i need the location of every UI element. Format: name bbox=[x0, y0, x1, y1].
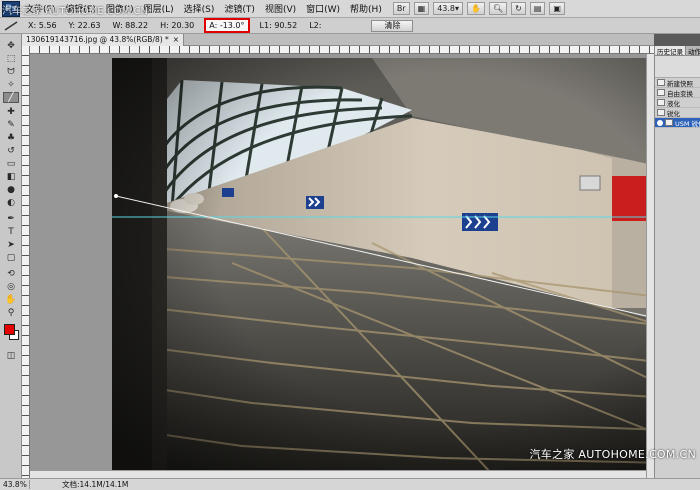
history-snapshot[interactable] bbox=[655, 56, 700, 78]
history-state-icon bbox=[657, 89, 665, 96]
tab-history[interactable]: 历史记录 bbox=[655, 46, 686, 56]
hand-tool-icon[interactable]: ✋ bbox=[3, 294, 19, 305]
status-bar: 43.8% 文档:14.1M/14.1M bbox=[0, 478, 700, 490]
brush-tool-icon[interactable]: ✎ bbox=[3, 119, 19, 130]
history-state-icon bbox=[657, 109, 665, 116]
horizontal-ruler[interactable] bbox=[30, 46, 654, 54]
type-tool-icon[interactable]: T bbox=[3, 226, 19, 237]
tool-preset-picker[interactable] bbox=[0, 19, 22, 33]
history-item[interactable]: 新建快照 bbox=[655, 78, 700, 88]
application-bar-tools: Br ▦ 43.8 ▾ ✋ 🔍︎ ↻ ▤ ▣ bbox=[392, 2, 565, 15]
history-item[interactable]: 锐化 bbox=[655, 108, 700, 118]
menu-window[interactable]: 窗口(W) bbox=[301, 2, 345, 15]
horizontal-scrollbar[interactable] bbox=[30, 470, 646, 478]
status-zoom[interactable]: 43.8% bbox=[0, 480, 30, 489]
history-panel: 历史记录 动作 新建快照 自由变换 液化 锐化 USM 锐化 bbox=[654, 46, 700, 478]
document-tab[interactable]: 130619143716.jpg @ 43.8%(RGB/8) * × bbox=[22, 33, 185, 46]
zoom-tool-icon[interactable]: 🔍︎ bbox=[488, 2, 508, 15]
clone-stamp-tool-icon[interactable]: ♣ bbox=[3, 132, 19, 143]
history-state-icon bbox=[657, 99, 665, 106]
options-bar: X: 5.56 Y: 22.63 W: 88.22 H: 20.30 A: -1… bbox=[0, 18, 700, 34]
zoom-tool-icon[interactable]: ⚲ bbox=[3, 307, 19, 318]
y-readout: Y: 22.63 bbox=[68, 21, 101, 30]
shape-tool-icon[interactable]: ▢ bbox=[3, 252, 19, 263]
menu-filter[interactable]: 滤镜(T) bbox=[219, 2, 260, 15]
panel-tabs: 历史记录 动作 bbox=[655, 46, 700, 56]
marquee-tool-icon[interactable]: ⬚ bbox=[3, 53, 19, 64]
blur-tool-icon[interactable]: ● bbox=[3, 184, 19, 195]
history-item-label: USM 锐化 bbox=[675, 119, 700, 128]
history-brush-tool-icon[interactable]: ↺ bbox=[3, 145, 19, 156]
w-readout: W: 88.22 bbox=[112, 21, 149, 30]
pen-tool-icon[interactable]: ✒ bbox=[3, 213, 19, 224]
screen-mode-icon[interactable]: ▣ bbox=[549, 2, 565, 15]
clear-button[interactable]: 清除 bbox=[371, 19, 414, 32]
quick-mask-icon[interactable]: ◫ bbox=[3, 350, 19, 361]
canvas-image[interactable] bbox=[112, 58, 654, 474]
document-tab-title: 130619143716.jpg @ 43.8%(RGB/8) * bbox=[26, 35, 169, 44]
view-extras-button[interactable]: ▦ bbox=[413, 2, 430, 15]
h-readout: H: 20.30 bbox=[160, 21, 195, 30]
close-icon[interactable]: × bbox=[173, 35, 179, 44]
history-item-label: 新建快照 bbox=[667, 79, 693, 88]
history-item[interactable]: 自由变换 bbox=[655, 88, 700, 98]
vertical-ruler[interactable] bbox=[22, 46, 30, 478]
launch-bridge-button[interactable]: Br bbox=[392, 2, 410, 15]
path-selection-tool-icon[interactable]: ➤ bbox=[3, 239, 19, 250]
history-item-selected[interactable]: USM 锐化 bbox=[655, 118, 700, 128]
document-tab-bar: 130619143716.jpg @ 43.8%(RGB/8) * × bbox=[22, 33, 654, 46]
magic-wand-tool-icon[interactable]: ✧ bbox=[3, 79, 19, 90]
menu-select[interactable]: 选择(S) bbox=[179, 2, 220, 15]
zoom-level-select[interactable]: 43.8 ▾ bbox=[433, 2, 464, 15]
tab-actions[interactable]: 动作 bbox=[686, 46, 700, 56]
l1-readout: L1: 90.52 bbox=[259, 21, 298, 30]
rotate-view-icon[interactable]: ↻ bbox=[511, 2, 526, 15]
history-item-label: 自由变换 bbox=[667, 89, 693, 98]
vertical-scrollbar[interactable] bbox=[646, 54, 654, 478]
history-state-icon bbox=[665, 119, 673, 126]
menu-view[interactable]: 视图(V) bbox=[260, 2, 301, 15]
history-state-icon bbox=[657, 79, 665, 86]
tools-panel: ✥ ⬚ ᗢ ✧ ╱ ✚ ✎ ♣ ↺ ▭ ◧ ● ◐ ✒ T ➤ ▢ ⟲ ◎ ✋ … bbox=[0, 34, 22, 478]
watermark-top-left: 汽车之家 AUTOHOME.COM.CN bbox=[2, 6, 148, 17]
document-size-info[interactable]: 文档:14.1M/14.1M bbox=[30, 479, 128, 490]
x-readout: X: 5.56 bbox=[28, 21, 57, 30]
history-item[interactable]: 液化 bbox=[655, 98, 700, 108]
arrange-documents-icon[interactable]: ▤ bbox=[529, 2, 546, 15]
eraser-tool-icon[interactable]: ▭ bbox=[3, 158, 19, 169]
menu-help[interactable]: 帮助(H) bbox=[345, 2, 387, 15]
ruler-tool-icon[interactable]: ╱ bbox=[3, 92, 19, 103]
watermark-bottom-right: 汽车之家 AUTOHOME.COM.CN bbox=[529, 448, 696, 461]
gradient-tool-icon[interactable]: ◧ bbox=[3, 171, 19, 182]
history-item-label: 液化 bbox=[667, 99, 680, 108]
photoshop-window: Ps 文件(F) 编辑(E) 图像(I) 图层(L) 选择(S) 滤镜(T) 视… bbox=[0, 0, 700, 490]
3d-rotate-tool-icon[interactable]: ⟲ bbox=[3, 268, 19, 279]
history-source-icon[interactable] bbox=[657, 119, 663, 126]
canvas-area[interactable] bbox=[30, 54, 654, 478]
ruler-icon bbox=[4, 20, 18, 31]
healing-brush-tool-icon[interactable]: ✚ bbox=[3, 106, 19, 117]
lasso-tool-icon[interactable]: ᗢ bbox=[3, 66, 19, 77]
zoom-level-value: 43.8 bbox=[437, 4, 455, 13]
angle-readout: A: -13.0° bbox=[204, 18, 250, 33]
3d-orbit-tool-icon[interactable]: ◎ bbox=[3, 281, 19, 292]
foreground-color-swatch[interactable] bbox=[4, 324, 15, 335]
dodge-tool-icon[interactable]: ◐ bbox=[3, 197, 19, 208]
move-tool-icon[interactable]: ✥ bbox=[3, 40, 19, 51]
history-item-label: 锐化 bbox=[667, 109, 680, 118]
l2-readout: L2: bbox=[309, 21, 322, 30]
hand-tool-icon[interactable]: ✋ bbox=[467, 2, 485, 15]
